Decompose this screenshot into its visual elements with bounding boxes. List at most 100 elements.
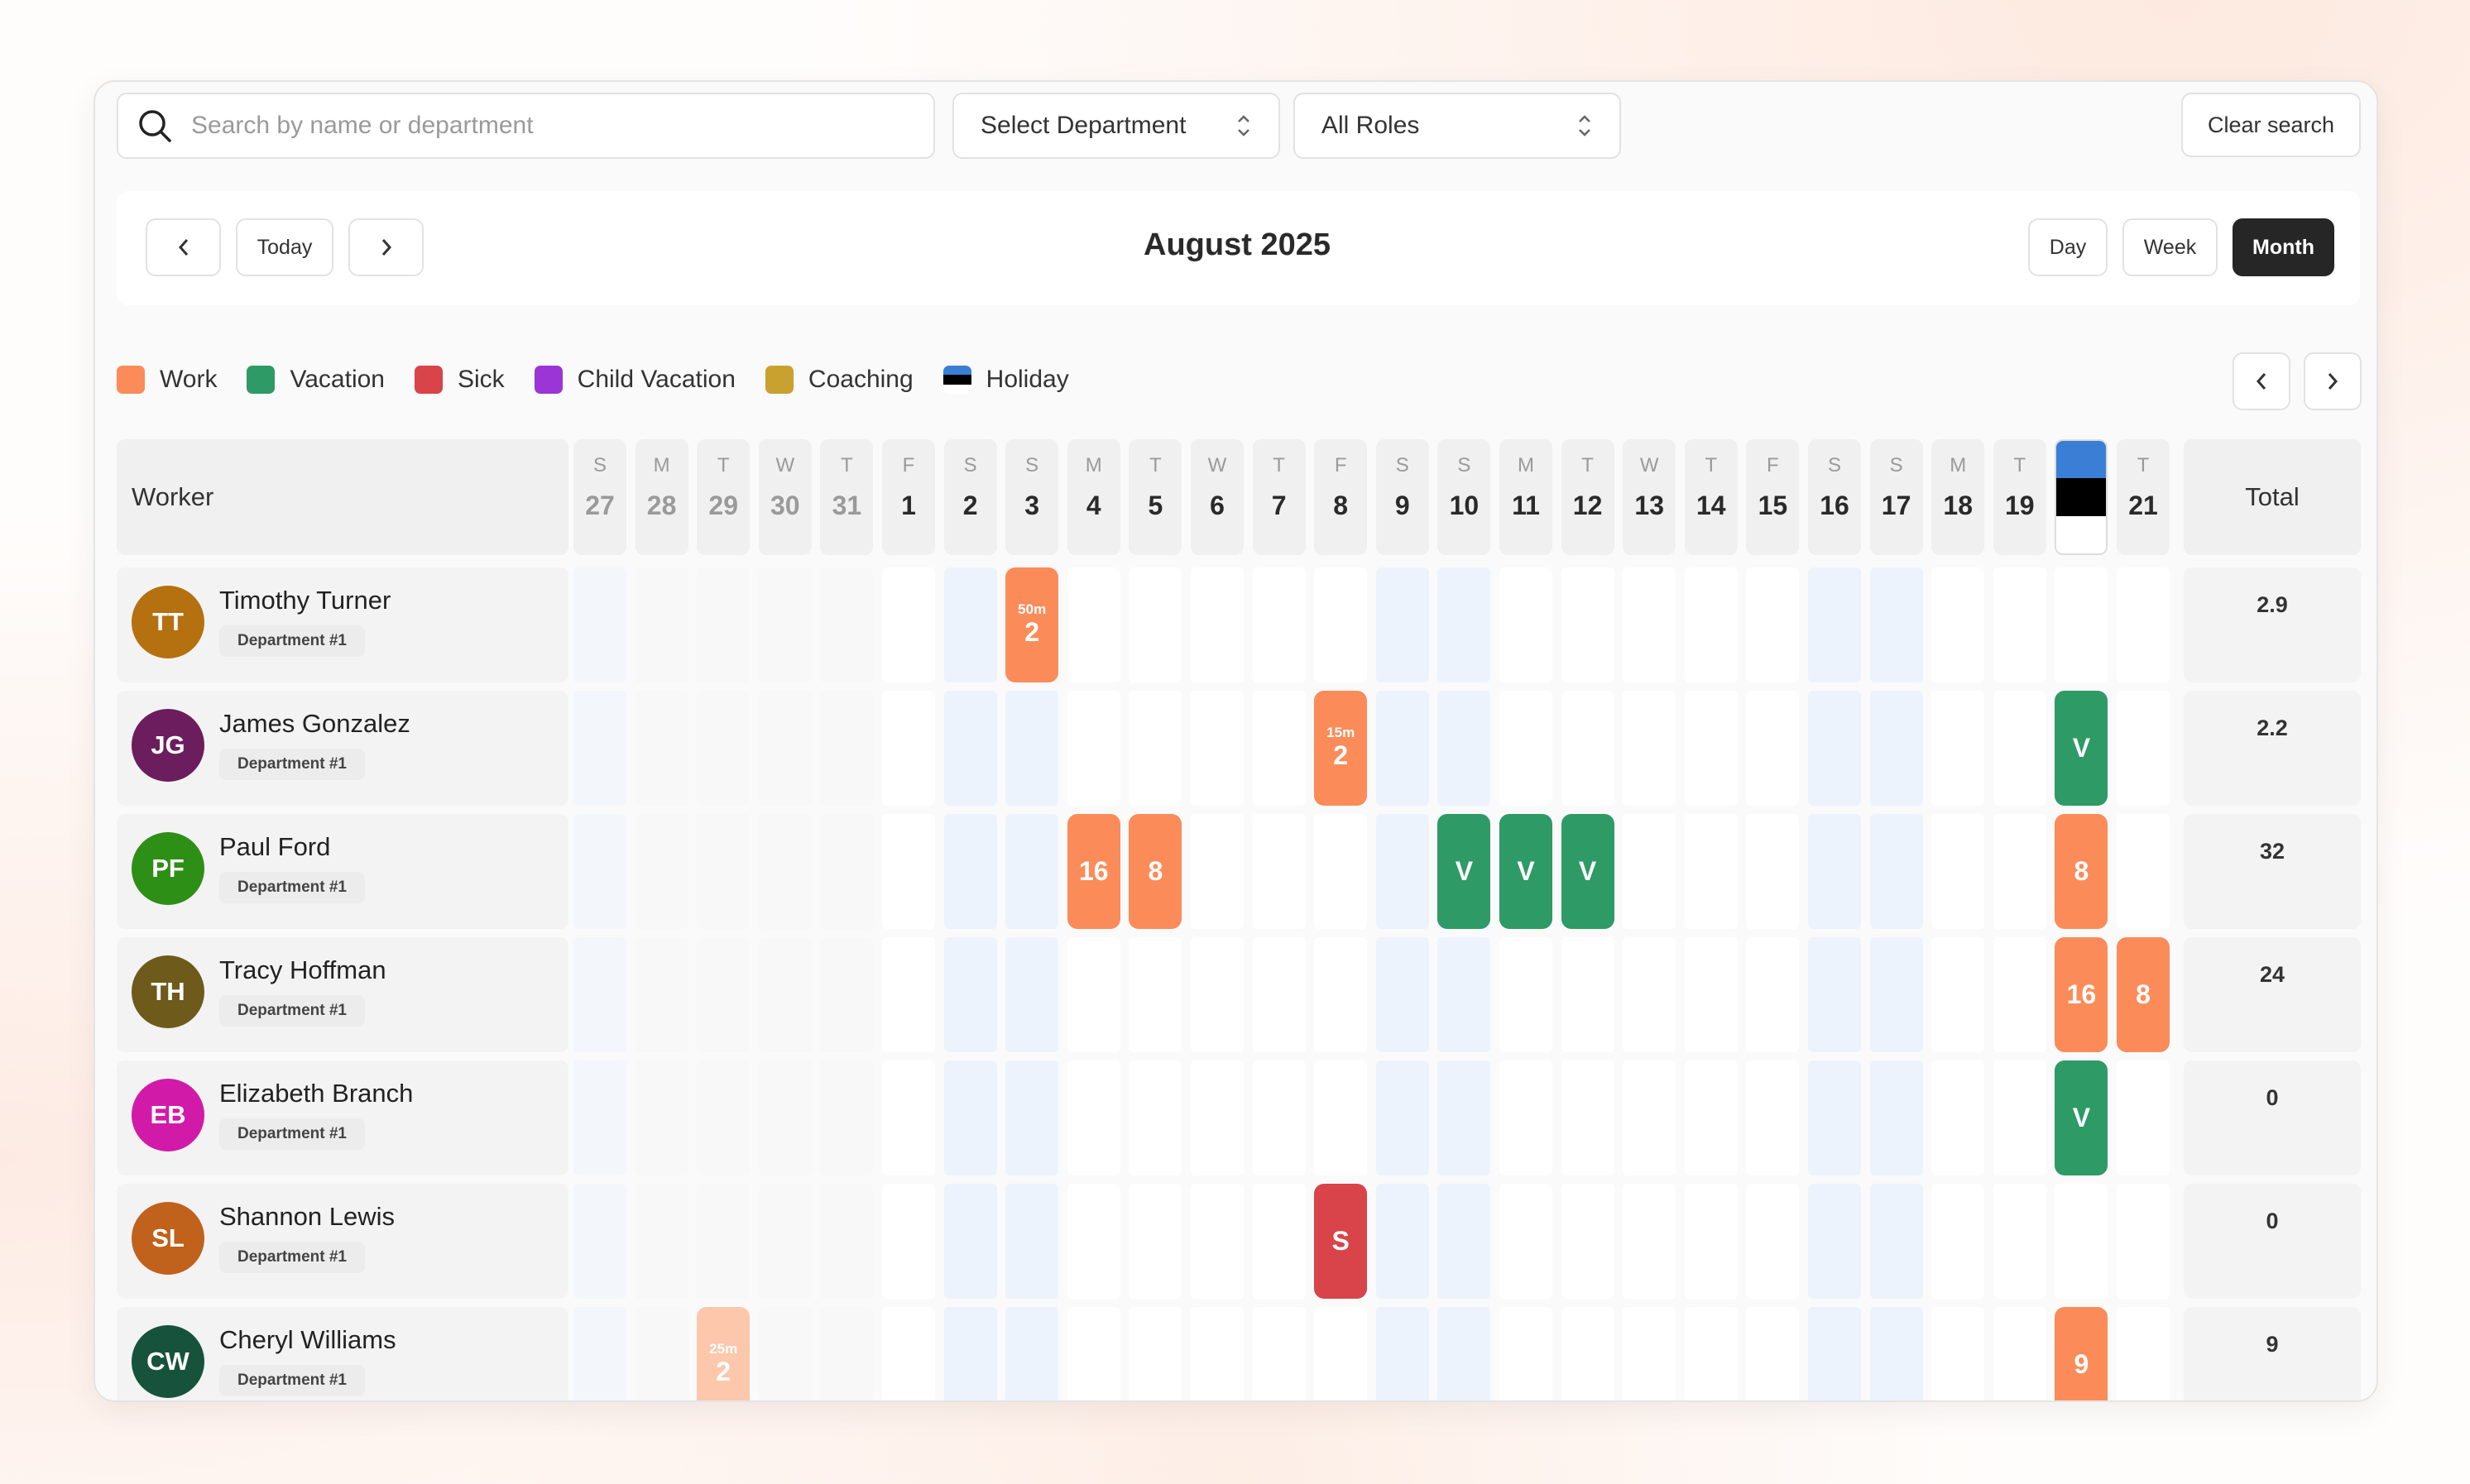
day-cell[interactable] (1129, 937, 1182, 1052)
day-cell[interactable] (1252, 1307, 1306, 1400)
day-cell[interactable] (1808, 1307, 1861, 1400)
day-header[interactable]: M4 (1067, 439, 1120, 555)
worker-name[interactable]: Elizabeth Branch (219, 1079, 413, 1108)
day-cell[interactable] (1005, 1307, 1059, 1400)
day-cell[interactable] (1437, 567, 1491, 682)
day-cell[interactable] (1561, 567, 1614, 682)
day-cell[interactable] (943, 567, 997, 682)
day-cell[interactable] (1375, 1184, 1429, 1299)
day-cell[interactable] (1931, 691, 1985, 806)
day-cell[interactable] (1993, 937, 2046, 1052)
day-header[interactable]: T 12 (1561, 439, 1614, 555)
day-cell[interactable] (697, 1184, 751, 1299)
day-cell[interactable] (1252, 814, 1306, 929)
day-cell[interactable] (2055, 1184, 2108, 1299)
day-cell[interactable] (943, 1184, 997, 1299)
day-cell[interactable] (943, 814, 997, 929)
day-cell[interactable] (820, 691, 874, 806)
vacation-block[interactable]: V (1437, 814, 1491, 929)
day-header[interactable]: S 27 (573, 439, 626, 555)
day-cell[interactable] (697, 814, 751, 929)
day-cell[interactable] (758, 1307, 812, 1400)
day-cell[interactable] (1191, 1184, 1244, 1299)
day-cell[interactable] (1067, 937, 1120, 1052)
day-cell[interactable] (1191, 1307, 1244, 1400)
day-cell[interactable] (758, 937, 812, 1052)
day-cell[interactable] (1746, 1307, 1800, 1400)
day-header[interactable]: T 19 (1993, 439, 2046, 555)
day-cell[interactable] (697, 1060, 751, 1175)
day-cell[interactable] (1808, 1184, 1861, 1299)
day-header[interactable]: M 18 (1931, 439, 1985, 555)
day-cell[interactable] (1252, 567, 1306, 682)
day-header[interactable]: S3 (1005, 439, 1059, 555)
day-cell[interactable] (1808, 1060, 1861, 1175)
day-cell[interactable] (573, 937, 626, 1052)
day-cell[interactable] (1869, 937, 1923, 1052)
day-cell[interactable] (943, 937, 997, 1052)
day-cell[interactable] (1931, 567, 1985, 682)
work-block[interactable]: 8 (2055, 814, 2108, 929)
day-header[interactable]: T7 (1252, 439, 1306, 555)
day-header[interactable]: S9 (1375, 439, 1429, 555)
worker-name[interactable]: James Gonzalez (219, 709, 410, 739)
day-cell[interactable] (1808, 567, 1861, 682)
day-cell[interactable] (2117, 814, 2170, 929)
worker-name[interactable]: Timothy Turner (219, 586, 391, 615)
day-cell[interactable] (1684, 567, 1738, 682)
day-cell[interactable] (1931, 1184, 1985, 1299)
day-cell[interactable] (1684, 937, 1738, 1052)
day-header[interactable]: S 16 (1808, 439, 1861, 555)
day-cell[interactable] (1314, 567, 1368, 682)
day-header[interactable]: T 31 (820, 439, 874, 555)
day-cell[interactable] (697, 567, 751, 682)
work-block[interactable]: 8 (1129, 814, 1182, 929)
day-cell[interactable] (820, 1060, 874, 1175)
day-cell[interactable] (1375, 814, 1429, 929)
day-header[interactable]: W6 (1191, 439, 1244, 555)
day-cell[interactable] (943, 691, 997, 806)
day-cell[interactable] (1191, 691, 1244, 806)
day-cell[interactable] (1129, 1184, 1182, 1299)
day-cell[interactable] (2117, 1307, 2170, 1400)
day-cell[interactable] (1067, 567, 1120, 682)
day-cell[interactable] (820, 1184, 874, 1299)
day-cell[interactable] (1129, 567, 1182, 682)
work-block[interactable]: 16 (2055, 937, 2108, 1052)
day-cell[interactable] (1684, 814, 1738, 929)
day-cell[interactable] (820, 1307, 874, 1400)
day-header[interactable]: F8 (1314, 439, 1368, 555)
day-header[interactable]: S 10 (1437, 439, 1491, 555)
day-cell[interactable] (1314, 814, 1368, 929)
day-cell[interactable] (882, 1307, 935, 1400)
work-block[interactable]: 15m 2 (1314, 691, 1368, 806)
day-cell[interactable] (1746, 1060, 1800, 1175)
day-cell[interactable] (758, 1060, 812, 1175)
day-cell[interactable] (1252, 937, 1306, 1052)
day-cell[interactable] (1191, 567, 1244, 682)
day-cell[interactable] (1499, 1184, 1552, 1299)
vacation-block[interactable]: V (1499, 814, 1552, 929)
day-cell[interactable] (1437, 691, 1491, 806)
day-cell[interactable] (1252, 1060, 1306, 1175)
day-cell[interactable] (635, 937, 688, 1052)
day-cell[interactable] (882, 937, 935, 1052)
day-cell[interactable] (1005, 691, 1059, 806)
day-cell[interactable] (1869, 1307, 1923, 1400)
day-cell[interactable] (1561, 1307, 1614, 1400)
day-cell[interactable] (2117, 1060, 2170, 1175)
day-cell[interactable] (1437, 1307, 1491, 1400)
day-cell[interactable] (758, 691, 812, 806)
day-cell[interactable] (1623, 937, 1676, 1052)
day-cell[interactable] (1005, 1184, 1059, 1299)
day-header[interactable]: T5 (1129, 439, 1182, 555)
day-cell[interactable] (1067, 1060, 1120, 1175)
day-cell[interactable] (1931, 1307, 1985, 1400)
worker-name[interactable]: Paul Ford (219, 832, 330, 862)
day-header[interactable]: S 17 (1869, 439, 1923, 555)
day-cell[interactable] (1129, 1307, 1182, 1400)
day-cell[interactable] (1746, 814, 1800, 929)
day-cell[interactable] (943, 1307, 997, 1400)
day-cell[interactable] (1314, 1307, 1368, 1400)
day-cell[interactable] (820, 937, 874, 1052)
